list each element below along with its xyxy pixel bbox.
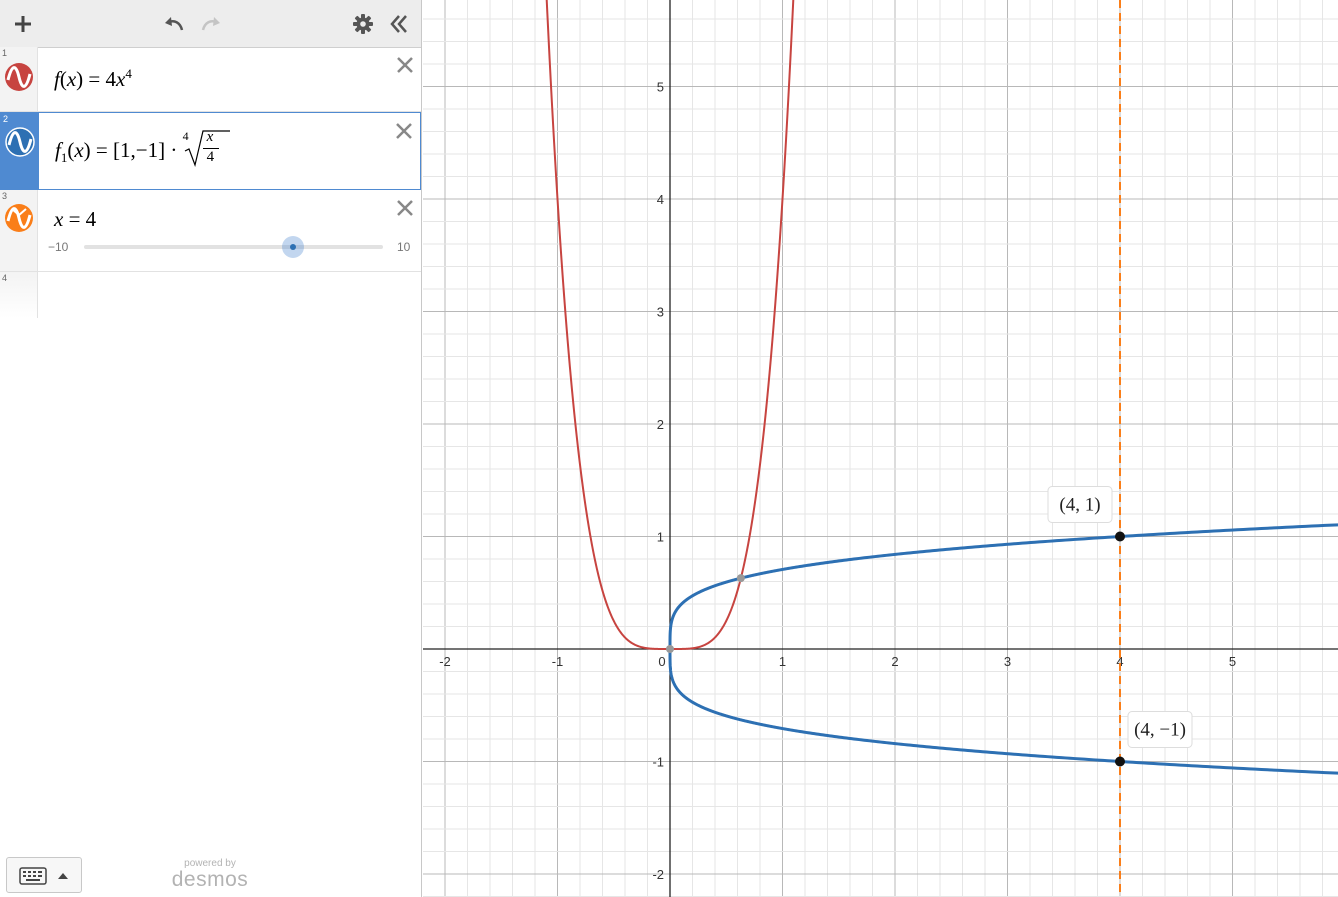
slider-max-label[interactable]: 10 <box>397 240 410 254</box>
slider-min-label[interactable]: −10 <box>48 240 68 254</box>
add-expression-button[interactable] <box>9 10 37 38</box>
function-arg: x <box>66 67 77 91</box>
origin-intersection-point[interactable] <box>666 645 674 653</box>
list-literal: [1,−1] <box>113 137 166 162</box>
intersection-point[interactable] <box>736 574 745 583</box>
y-tick-label: -2 <box>652 867 664 882</box>
x-tick-label: 3 <box>1004 654 1011 669</box>
collapse-panel-button[interactable] <box>385 10 413 38</box>
gear-icon <box>353 14 373 34</box>
labeled-point[interactable] <box>1115 756 1125 767</box>
expression-math[interactable]: f(x) = 4x4 <box>54 66 132 92</box>
expression-toolbar <box>0 0 421 48</box>
expression-index: 1 <box>2 48 8 58</box>
expression-row-1[interactable]: 1 f(x) = 4x4 <box>0 47 421 112</box>
expression-row-2[interactable]: 2 f1(x) = [1,−1] · 4 x 4 <box>0 112 421 190</box>
undo-button[interactable] <box>160 10 188 38</box>
expression-row-3[interactable]: 3 x = 4 −10 10 <box>0 190 421 272</box>
y-tick-label: 3 <box>657 305 664 320</box>
function-arg: x <box>74 137 84 162</box>
graph-style-icon-red[interactable] <box>4 62 34 92</box>
redo-button[interactable] <box>197 10 225 38</box>
curve-f1-upper-blue[interactable] <box>668 523 1338 650</box>
x-tick-label: 5 <box>1229 654 1236 669</box>
redo-icon <box>201 17 220 31</box>
y-tick-label: 1 <box>657 530 664 545</box>
keypad-toggle-button[interactable] <box>6 857 82 893</box>
fraction-denominator: 4 <box>206 149 215 165</box>
expression-index: 2 <box>3 114 9 124</box>
double-chevron-left-icon <box>390 15 407 33</box>
point-label: (4, 1) <box>1059 495 1100 516</box>
y-tick-label: 5 <box>657 80 664 95</box>
settings-button[interactable] <box>349 10 377 38</box>
y-tick-label: 4 <box>657 192 664 207</box>
expression-gutter: 2 <box>1 113 39 189</box>
expression-gutter: 1 <box>0 47 38 111</box>
x-tick-label: 0 <box>658 654 665 669</box>
point-label: (4, −1) <box>1134 720 1186 741</box>
caret-up-icon <box>58 873 68 879</box>
graph-paper[interactable]: -2 -1 0 1 2 3 4 5-2-112345(4, 1)(4, −1) <box>423 0 1338 897</box>
expression-index: 4 <box>2 273 8 283</box>
function-name: f <box>54 67 60 91</box>
keyboard-icon <box>19 867 47 885</box>
expression-math[interactable]: f1(x) = [1,−1] · 4 x 4 <box>55 129 230 168</box>
value-slider-track[interactable] <box>84 236 383 258</box>
x-tick-label: 1 <box>779 654 786 669</box>
delete-expression-icon[interactable] <box>395 55 415 75</box>
expression-gutter: 4 <box>0 272 38 318</box>
fraction-numerator: x <box>206 129 214 145</box>
variable-value: 4 <box>85 207 97 231</box>
labeled-point[interactable] <box>1115 531 1125 542</box>
delete-expression-icon[interactable] <box>395 198 415 218</box>
nth-root: 4 x 4 <box>183 129 230 168</box>
powered-by-desmos[interactable]: powered by desmos <box>170 858 250 892</box>
variable: x <box>116 67 126 91</box>
expression-math[interactable]: x = 4 <box>54 207 96 232</box>
y-tick-label: 2 <box>657 417 664 432</box>
expression-gutter: 3 <box>0 190 38 271</box>
x-tick-label: 2 <box>891 654 898 669</box>
exponent: 4 <box>125 66 132 81</box>
x-tick-label: -2 <box>439 654 451 669</box>
coefficient: 4 <box>105 67 117 91</box>
slider-handle[interactable] <box>282 236 305 258</box>
expression-list-panel: 1 f(x) = 4x4 2 f1(x) = [1,−1] · 4 x 4 3 … <box>0 0 422 897</box>
delete-expression-icon[interactable] <box>394 121 414 141</box>
variable: x <box>54 207 64 231</box>
expression-index: 3 <box>2 191 8 201</box>
graph-style-icon-blue[interactable] <box>5 127 35 157</box>
undo-icon <box>165 17 184 31</box>
desmos-logo-text: desmos <box>171 868 249 891</box>
y-tick-label: -1 <box>652 755 664 770</box>
x-tick-label: -1 <box>552 654 564 669</box>
expression-row-4[interactable]: 4 <box>0 272 421 318</box>
graph-style-icon-orange[interactable] <box>4 203 34 233</box>
plus-icon <box>15 16 31 32</box>
function-subscript: 1 <box>60 150 68 165</box>
slider-handle-dot <box>290 244 297 250</box>
